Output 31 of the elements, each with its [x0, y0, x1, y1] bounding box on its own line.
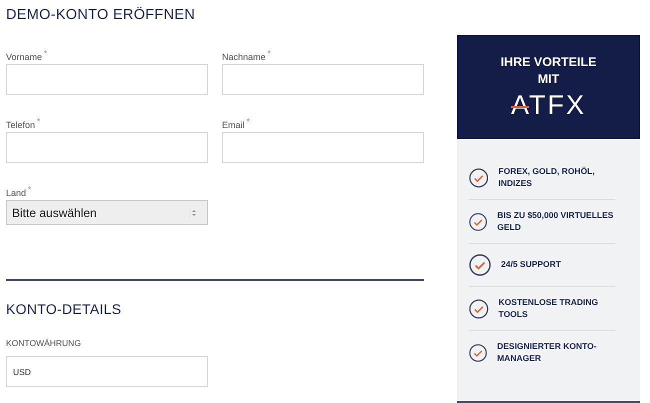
required-mark: * [28, 185, 32, 194]
input-field[interactable] [6, 64, 208, 95]
check-circle-icon [469, 298, 489, 320]
check-circle-icon [469, 166, 488, 188]
benefit-text: KOSTENLOSE TRADING TOOLS [498, 297, 600, 320]
benefits-heading: IHRE VORTEILE MIT [500, 54, 598, 88]
benefit-text: DESIGNIERTER KONTO-MANAGER [497, 341, 598, 364]
input-field[interactable] [222, 64, 424, 95]
required-mark: * [44, 49, 48, 58]
field-label: Telefon [6, 120, 36, 130]
check-circle-icon [469, 342, 488, 364]
input-field[interactable] [6, 132, 208, 163]
currency-field[interactable]: USD [6, 356, 208, 387]
section-title: KONTO-DETAILS [6, 301, 122, 317]
country-select[interactable]: Bitte auswählen [6, 200, 208, 225]
benefit-text: FOREX, GOLD, ROHÖL, INDIZES [498, 166, 596, 189]
required-mark: * [268, 49, 271, 58]
field-label: KONTOWÄHRUNG [6, 338, 82, 348]
sort-arrows-icon [189, 206, 199, 218]
field-label: Land [6, 188, 26, 198]
field-label: Vorname [6, 52, 42, 62]
input-field[interactable] [222, 132, 424, 163]
benefit-text: 24/5 SUPPORT [501, 259, 561, 271]
form-title: DEMO-KONTO ERÖFFNEN [6, 6, 196, 24]
required-mark: * [246, 117, 250, 126]
check-circle-icon [469, 254, 491, 276]
field-label: Email [222, 120, 245, 130]
field-label: Nachname [222, 52, 266, 62]
required-mark: * [37, 117, 40, 126]
benefit-text: BIS ZU $50,000 VIRTUELLES GELD [497, 210, 614, 233]
check-circle-icon [469, 210, 488, 232]
